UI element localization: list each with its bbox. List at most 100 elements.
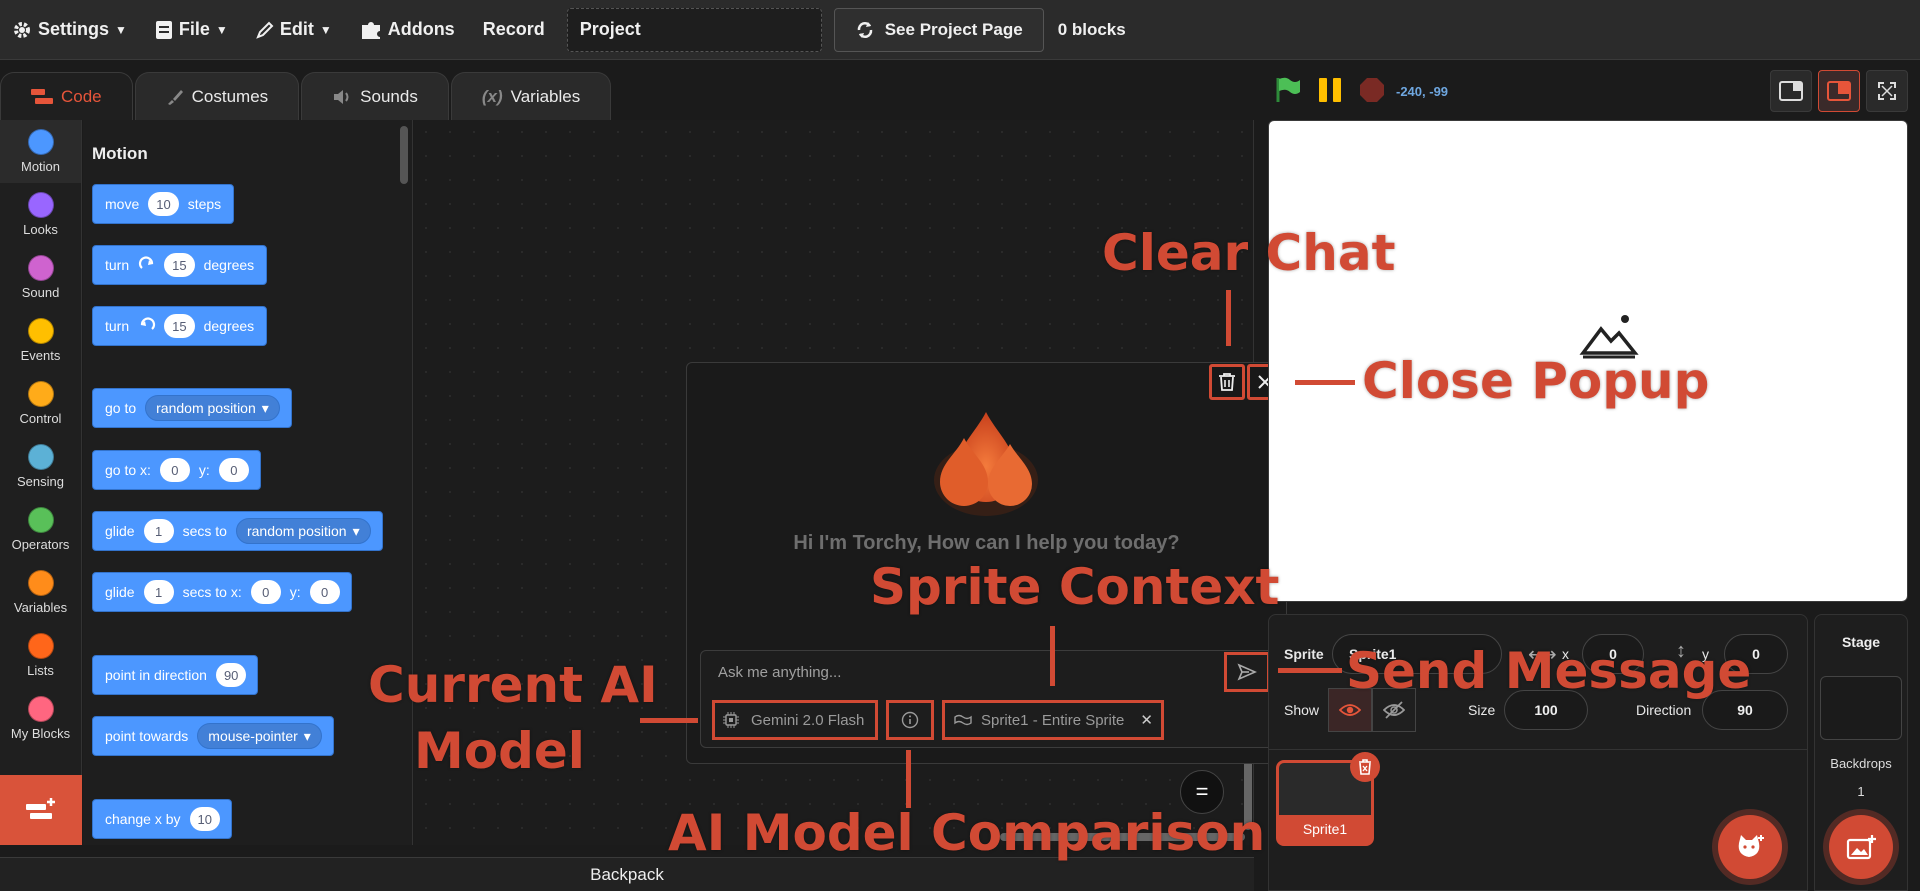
project-title-input[interactable]: Project <box>566 7 822 52</box>
record-label: Record <box>482 19 545 39</box>
tab-costumes-label: Costumes <box>191 86 269 106</box>
category-color-dot <box>27 507 54 533</box>
block-input[interactable]: 90 <box>215 663 247 687</box>
block-dropdown[interactable]: random position ▾ <box>145 395 280 421</box>
block-input[interactable]: 15 <box>164 314 195 338</box>
annotation-current-model-line1: Current AI <box>368 656 658 714</box>
pencil-icon <box>256 21 274 39</box>
add-extension-button[interactable] <box>0 775 82 845</box>
block-turn-right[interactable]: turn 15 degrees <box>92 245 268 285</box>
fullscreen-button[interactable] <box>1866 70 1908 112</box>
size-label: Size <box>1468 702 1496 718</box>
puzzle-icon <box>361 21 380 39</box>
category-events[interactable]: Events <box>0 309 81 372</box>
model-label: Gemini 2.0 Flash <box>751 711 865 729</box>
eye-icon <box>1339 704 1361 716</box>
block-glide-to[interactable]: glide 1 secs to random position ▾ <box>92 511 383 551</box>
chevron-down-icon: ▾ <box>303 727 311 744</box>
block-turn-left[interactable]: turn 15 degrees <box>92 306 268 346</box>
chevron-down-icon: ▼ <box>215 22 228 37</box>
block-input[interactable]: 0 <box>250 580 281 604</box>
stage-thumbnail[interactable] <box>1820 676 1902 740</box>
stop-icon <box>1360 78 1384 102</box>
block-input[interactable]: 0 <box>159 458 190 482</box>
annotation-line <box>1226 290 1231 346</box>
small-stage-button[interactable] <box>1770 70 1812 112</box>
block-text: move <box>105 196 140 212</box>
category-lists[interactable]: Lists <box>0 624 81 687</box>
category-motion[interactable]: Motion <box>0 120 81 183</box>
category-label: Control <box>19 411 62 426</box>
block-dropdown[interactable]: random position ▾ <box>235 518 371 544</box>
annotation-line <box>1295 380 1355 385</box>
tab-code[interactable]: Code <box>0 72 133 120</box>
tab-variables[interactable]: (x) Variables <box>450 72 612 120</box>
block-point-in-direction[interactable]: point in direction 90 <box>92 655 259 695</box>
record-button[interactable]: Record <box>469 0 559 60</box>
block-text: glide <box>105 584 135 600</box>
add-sprite-button[interactable] <box>1718 815 1782 879</box>
category-looks[interactable]: Looks <box>0 183 81 246</box>
remove-context-icon[interactable]: ✕ <box>1140 711 1153 729</box>
menu-bar: Settings ▼ File ▼ Edit ▼ Addons Record P… <box>0 0 1920 60</box>
show-label: Show <box>1284 702 1320 718</box>
tab-costumes[interactable]: Costumes <box>134 72 300 120</box>
block-input[interactable]: 0 <box>218 458 249 482</box>
edit-menu[interactable]: Edit ▼ <box>242 0 346 60</box>
block-glide-to-xy[interactable]: glide 1 secs to x: 0 y: 0 <box>92 572 352 612</box>
category-my-blocks[interactable]: My Blocks <box>0 687 81 750</box>
large-stage-icon <box>1827 81 1851 101</box>
file-menu[interactable]: File ▼ <box>141 0 242 60</box>
model-selector-button[interactable]: Gemini 2.0 Flash <box>712 700 878 740</box>
block-go-to-xy[interactable]: go to x: 0 y: 0 <box>92 450 261 490</box>
block-input[interactable]: 15 <box>164 253 195 277</box>
block-input[interactable]: 10 <box>189 807 220 831</box>
category-control[interactable]: Control <box>0 372 81 435</box>
image-add-icon <box>1846 835 1876 860</box>
delete-sprite-button[interactable] <box>1350 752 1380 782</box>
block-move-steps[interactable]: move 10 steps <box>92 184 235 224</box>
stop-button[interactable] <box>1358 76 1386 104</box>
clear-chat-button[interactable] <box>1209 364 1245 400</box>
add-backdrop-button[interactable] <box>1829 815 1893 879</box>
block-input[interactable]: 0 <box>309 580 340 604</box>
settings-menu[interactable]: Settings ▼ <box>0 0 141 60</box>
large-stage-button[interactable] <box>1818 70 1860 112</box>
stage-pane-title: Stage <box>1841 634 1881 650</box>
block-input[interactable]: 1 <box>143 519 174 543</box>
category-variables[interactable]: Variables <box>0 561 81 624</box>
category-label: Lists <box>27 663 54 678</box>
sprite-context-chip[interactable]: Sprite1 - Entire Sprite ✕ <box>942 700 1164 740</box>
category-sound[interactable]: Sound <box>0 246 81 309</box>
category-label: Sensing <box>17 474 64 489</box>
stage-size-controls <box>1770 70 1908 112</box>
block-text: turn <box>105 257 130 273</box>
category-operators[interactable]: Operators <box>0 498 81 561</box>
category-sensing[interactable]: Sensing <box>0 435 81 498</box>
backpack-bar[interactable]: Backpack <box>0 857 1254 891</box>
tab-sounds[interactable]: Sounds <box>301 72 449 120</box>
see-project-page-button[interactable]: See Project Page <box>833 7 1044 52</box>
block-dropdown[interactable]: mouse-pointer ▾ <box>197 723 322 749</box>
category-label: Looks <box>23 222 58 237</box>
block-change-x[interactable]: change x by 10 <box>92 799 232 839</box>
send-message-button[interactable] <box>1224 652 1270 692</box>
model-comparison-button[interactable] <box>886 700 934 740</box>
annotation-line <box>906 750 911 808</box>
block-point-towards[interactable]: point towards mouse-pointer ▾ <box>92 716 334 756</box>
block-text: point towards <box>105 728 189 744</box>
green-flag-button[interactable] <box>1274 76 1302 104</box>
category-color-dot <box>27 255 54 281</box>
palette-scrollbar[interactable] <box>400 126 408 184</box>
chat-message-input[interactable] <box>718 660 1198 684</box>
fullscreen-icon <box>1878 82 1896 100</box>
block-text: secs to <box>182 523 227 539</box>
block-input[interactable]: 10 <box>148 192 179 216</box>
block-text: y: <box>198 462 210 478</box>
block-text: go to x: <box>105 462 151 478</box>
addons-button[interactable]: Addons <box>346 0 469 60</box>
pause-button[interactable] <box>1316 76 1344 104</box>
block-input[interactable]: 1 <box>143 580 174 604</box>
small-stage-icon <box>1779 81 1803 101</box>
block-go-to[interactable]: go to random position ▾ <box>92 388 292 428</box>
